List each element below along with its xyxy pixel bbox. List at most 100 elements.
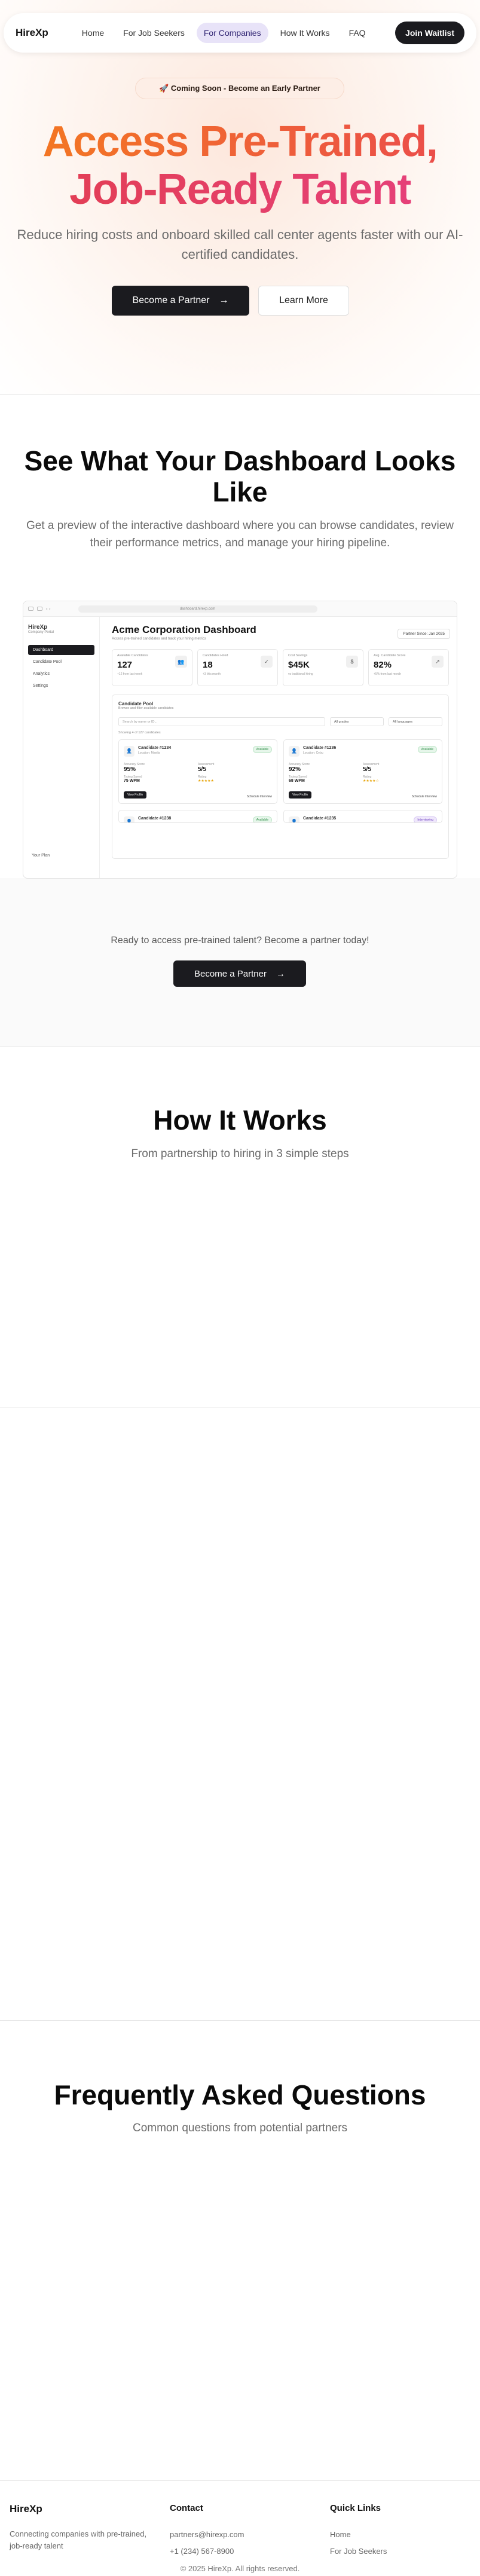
user-check-icon: ✓ bbox=[261, 656, 273, 668]
candidate-status-badge: Interviewing bbox=[414, 816, 437, 822]
faq-subtitle: Common questions from potential partners bbox=[132, 2122, 348, 2134]
learn-more-button[interactable]: Learn More bbox=[258, 286, 349, 316]
badge-label: 🚀 Coming Soon - Become an Early Partner bbox=[159, 84, 320, 93]
pool-subtitle: Browse and filter available candidates bbox=[118, 706, 174, 710]
metric-value: 75 WPM bbox=[124, 779, 140, 783]
trend-up-icon: ↗ bbox=[432, 656, 444, 668]
how-it-works-subtitle: From partnership to hiring in 3 simple s… bbox=[131, 1148, 349, 1160]
candidate-status-badge: Available bbox=[252, 746, 272, 753]
dashboard-preview-window: ‹ › dashboard.hirexp.com HireXp Company … bbox=[23, 601, 457, 879]
preview-main: Acme Corporation Dashboard Access pre-tr… bbox=[107, 617, 454, 878]
become-partner-button[interactable]: Become a Partner → bbox=[112, 286, 249, 316]
cta-become-partner-label: Become a Partner bbox=[194, 968, 267, 979]
tabs-icon bbox=[37, 607, 42, 611]
candidate-name: Candidate #1238 bbox=[138, 816, 172, 821]
view-profile-button: View Profile bbox=[289, 791, 312, 799]
stat-card: Candidates Hired 18 +3 this month ✓ bbox=[197, 649, 278, 686]
browser-toolbar: ‹ › dashboard.hirexp.com bbox=[23, 601, 457, 617]
stat-note: +3 this month bbox=[203, 672, 221, 676]
candidate-location: Location: Manila bbox=[138, 751, 160, 755]
stat-note: vs traditional hiring bbox=[288, 672, 313, 676]
candidate-name: Candidate #1235 bbox=[303, 816, 337, 821]
footer-link-job-seekers[interactable]: For Job Seekers bbox=[330, 2547, 387, 2556]
preview-sidebar-footer: Your Plan bbox=[32, 853, 50, 858]
faq-title: Frequently Asked Questions bbox=[54, 2079, 426, 2110]
footer-description: Connecting companies with pre-trained, j… bbox=[10, 2529, 147, 2550]
stat-card: Available Candidates 127 +12 from last w… bbox=[112, 649, 192, 686]
preview-sidebar-sub: Company Portal bbox=[28, 631, 54, 634]
section-divider bbox=[0, 394, 480, 395]
candidate-avatar: 👤 bbox=[289, 816, 299, 822]
footer-link-home[interactable]: Home bbox=[330, 2530, 351, 2539]
nav-links: Home For Job Seekers For Companies How I… bbox=[75, 23, 395, 43]
arrow-right-icon: → bbox=[219, 295, 229, 305]
stat-note: +12 from last week bbox=[117, 672, 143, 676]
hero-title-line1: Access Pre-Trained, bbox=[0, 117, 480, 166]
schedule-interview-button: Schedule Interview bbox=[411, 795, 437, 799]
footer-links-heading: Quick Links bbox=[330, 2503, 381, 2513]
candidate-avatar: 👤 bbox=[124, 746, 134, 757]
candidate-card: 👤 Candidate #1238 Available bbox=[118, 810, 277, 823]
preview-sidebar-item-candidates: Candidate Pool bbox=[33, 660, 62, 664]
users-icon: 👥 bbox=[175, 656, 187, 668]
preview-sidebar-item-settings: Settings bbox=[33, 684, 48, 688]
dashboard-title-line1: See What Your Dashboard Looks bbox=[24, 445, 456, 476]
nav-link-job-seekers[interactable]: For Job Seekers bbox=[116, 23, 192, 43]
star-rating: ★★★★☆ bbox=[363, 779, 379, 783]
star-rating: ★★★★★ bbox=[198, 779, 214, 783]
grade-filter-select: All grades bbox=[330, 717, 384, 726]
preview-stats-row: Available Candidates 127 +12 from last w… bbox=[112, 649, 449, 686]
metric-value: 68 WPM bbox=[289, 779, 305, 783]
nav-link-how-it-works[interactable]: How It Works bbox=[273, 23, 337, 43]
nav-link-faq[interactable]: FAQ bbox=[342, 23, 373, 43]
cta-become-partner-button[interactable]: Become a Partner → bbox=[173, 960, 306, 987]
footer-phone-link[interactable]: +1 (234) 567-8900 bbox=[170, 2547, 234, 2556]
candidate-metrics: Accuracy Score 95% Assessment 5/5 Typing S… bbox=[124, 763, 272, 783]
stat-note: +5% from last month bbox=[374, 672, 401, 676]
page-root: HireXp Home For Job Seekers For Companie… bbox=[0, 0, 480, 2576]
nav-brand-logo[interactable]: HireXp bbox=[16, 27, 48, 39]
coming-soon-badge: 🚀 Coming Soon - Become an Early Partner bbox=[135, 78, 344, 99]
arrow-right-icon: → bbox=[276, 968, 285, 979]
how-it-works-title: How It Works bbox=[153, 1105, 327, 1136]
candidate-status-badge: Available bbox=[252, 816, 272, 822]
dollar-icon: $ bbox=[346, 656, 358, 668]
section-divider bbox=[0, 1046, 480, 1047]
dashboard-title-line2: Like bbox=[212, 476, 268, 507]
candidate-metrics: Accuracy Score 92% Assessment 5/5 Typing S… bbox=[289, 763, 437, 783]
metric-value: 92% bbox=[289, 766, 301, 773]
schedule-interview-button: Schedule Interview bbox=[246, 795, 272, 799]
preview-sidebar: HireXp Company Portal Dashboard Candidat… bbox=[23, 617, 100, 878]
candidate-avatar: 👤 bbox=[124, 816, 134, 822]
candidate-cards: 👤 Candidate #1234 Location: Manila Avail… bbox=[118, 739, 442, 823]
candidate-card: 👤 Candidate #1235 Interviewing bbox=[283, 810, 442, 823]
footer-brand: HireXp bbox=[10, 2503, 42, 2514]
candidate-name: Candidate #1236 bbox=[303, 746, 337, 750]
partner-since-badge: Partner Since: Jan 2025 bbox=[398, 629, 450, 639]
top-navbar: HireXp Home For Job Seekers For Companie… bbox=[4, 13, 476, 53]
sidebar-toggle-icon bbox=[28, 607, 33, 611]
footer-contact-heading: Contact bbox=[170, 2503, 203, 2513]
preview-sidebar-item-dashboard: Dashboard bbox=[28, 645, 94, 655]
preview-sidebar-item-analytics: Analytics bbox=[33, 672, 50, 676]
metric-value: 5/5 bbox=[198, 766, 206, 773]
footer-copyright: © 2025 HireXp. All rights reserved. bbox=[180, 2564, 300, 2573]
candidate-name: Candidate #1234 bbox=[138, 746, 172, 750]
dashboard-subtitle: Get a preview of the interactive dashboa… bbox=[26, 519, 454, 549]
footer-email-link[interactable]: partners@hirexp.com bbox=[170, 2530, 244, 2539]
hero-title-line2: Job-Ready Talent bbox=[0, 165, 480, 214]
pool-search-input: Search by name or ID... bbox=[118, 717, 325, 726]
pool-filters: Search by name or ID... All grades All l… bbox=[118, 717, 442, 726]
candidate-card: 👤 Candidate #1236 Location: Cebu Availab… bbox=[283, 739, 442, 804]
view-profile-button: View Profile bbox=[124, 791, 147, 799]
candidate-status-badge: Available bbox=[417, 746, 437, 753]
pool-title: Candidate Pool bbox=[118, 701, 154, 706]
nav-link-companies[interactable]: For Companies bbox=[196, 23, 268, 43]
stat-card: Avg. Candidate Score 82% +5% from last m… bbox=[368, 649, 449, 686]
become-partner-label: Become a Partner bbox=[132, 295, 210, 305]
join-waitlist-button[interactable]: Join Waitlist bbox=[395, 22, 464, 44]
metric-value: 5/5 bbox=[363, 766, 371, 773]
footer-divider bbox=[0, 2480, 480, 2481]
nav-link-home[interactable]: Home bbox=[75, 23, 111, 43]
candidate-card: 👤 Candidate #1234 Location: Manila Avail… bbox=[118, 739, 277, 804]
